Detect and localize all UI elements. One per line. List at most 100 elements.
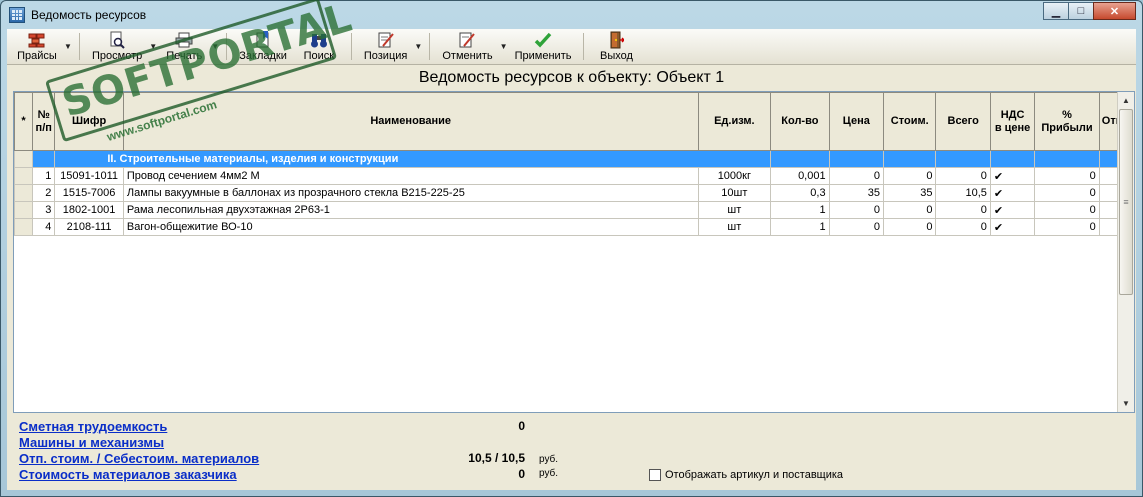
cell-code[interactable]: 1802-1001 bbox=[54, 201, 124, 219]
position-dropdown-arrow[interactable]: ▼ bbox=[413, 29, 423, 64]
header-cost[interactable]: Стоим. bbox=[883, 92, 937, 151]
scroll-down-arrow[interactable]: ▼ bbox=[1118, 395, 1134, 412]
customer-materials-value: 0 bbox=[518, 467, 525, 481]
cell-unit[interactable]: 1000кг bbox=[697, 167, 772, 185]
prices-button[interactable]: Прайсы bbox=[11, 29, 63, 64]
scroll-up-arrow[interactable]: ▲ bbox=[1118, 92, 1134, 109]
header-price[interactable]: Цена bbox=[828, 92, 885, 151]
cell-price[interactable]: 0 bbox=[828, 218, 885, 236]
header-unit[interactable]: Ед.изм. bbox=[697, 92, 772, 151]
cell-price[interactable]: 0 bbox=[828, 201, 885, 219]
customer-materials-link[interactable]: Стоимость материалов заказчика bbox=[19, 467, 237, 482]
cell-code[interactable]: 15091-1011 bbox=[54, 167, 124, 185]
row-indicator[interactable] bbox=[14, 184, 34, 202]
header-extra[interactable]: Отп bbox=[1098, 92, 1119, 151]
cell-profit[interactable]: 0 bbox=[1034, 218, 1100, 236]
cell-name[interactable]: Лампы вакуумные в баллонах из прозрачног… bbox=[122, 184, 699, 202]
cell-qty[interactable]: 1 bbox=[770, 218, 830, 236]
row-indicator[interactable] bbox=[14, 218, 34, 236]
close-button[interactable]: ✕ bbox=[1093, 2, 1136, 20]
cell-qty[interactable]: 1 bbox=[770, 201, 830, 219]
toolbar-separator bbox=[79, 33, 80, 60]
group-cell bbox=[1034, 150, 1100, 168]
cell-unit[interactable]: шт bbox=[697, 201, 772, 219]
row-indicator[interactable] bbox=[14, 201, 34, 219]
scroll-thumb[interactable]: ≡ bbox=[1119, 109, 1133, 295]
cell-unit[interactable]: 10шт bbox=[697, 184, 772, 202]
cell-vat[interactable]: ✔ bbox=[989, 218, 1036, 236]
cell-cost[interactable]: 0 bbox=[883, 201, 937, 219]
maximize-button[interactable]: □ bbox=[1068, 2, 1094, 20]
cell-name[interactable]: Провод сечением 4мм2 М bbox=[122, 167, 699, 185]
materials-cost-link[interactable]: Отп. стоим. / Себестоим. материалов bbox=[19, 451, 259, 466]
cell-qty[interactable]: 0,001 bbox=[770, 167, 830, 185]
cell-price[interactable]: 0 bbox=[828, 167, 885, 185]
position-button[interactable]: Позиция bbox=[358, 29, 414, 64]
toolbar-separator bbox=[226, 33, 228, 60]
bookmarks-button[interactable]: Закладки bbox=[233, 29, 293, 64]
header-row: * № п/п Шифр Наименование Ед.изм. Кол-во… bbox=[14, 92, 1119, 151]
resources-grid: * № п/п Шифр Наименование Ед.изм. Кол-во… bbox=[13, 91, 1135, 413]
print-button[interactable]: Печать bbox=[158, 29, 210, 64]
cell-profit[interactable]: 0 bbox=[1034, 184, 1100, 202]
minimize-button[interactable]: ▁ bbox=[1043, 2, 1069, 20]
cell-cost[interactable]: 35 bbox=[883, 184, 937, 202]
edit-document-icon bbox=[377, 31, 395, 49]
cell-profit[interactable]: 0 bbox=[1034, 167, 1100, 185]
header-profit[interactable]: % Прибыли bbox=[1034, 92, 1100, 151]
prices-dropdown-arrow[interactable]: ▼ bbox=[63, 29, 73, 64]
cell-unit[interactable]: шт bbox=[697, 218, 772, 236]
table-row[interactable]: 3 1802-1001 Рама лесопильная двухэтажная… bbox=[14, 201, 1119, 219]
cell-num: 2 bbox=[32, 184, 56, 202]
cell-profit[interactable]: 0 bbox=[1034, 201, 1100, 219]
exit-label: Выход bbox=[600, 50, 633, 62]
bricks-icon bbox=[28, 31, 46, 49]
header-code[interactable]: Шифр bbox=[54, 92, 124, 151]
header-qty[interactable]: Кол-во bbox=[770, 92, 830, 151]
cell-name[interactable]: Рама лесопильная двухэтажная 2Р63-1 bbox=[122, 201, 699, 219]
cell-price[interactable]: 35 bbox=[828, 184, 885, 202]
cell-vat[interactable]: ✔ bbox=[989, 167, 1036, 185]
checkmark-icon bbox=[534, 31, 552, 49]
apply-button[interactable]: Применить bbox=[509, 29, 578, 64]
header-num[interactable]: № п/п bbox=[32, 92, 56, 151]
cell-code[interactable]: 1515-7006 bbox=[54, 184, 124, 202]
labor-link[interactable]: Сметная трудоемкость bbox=[19, 419, 167, 434]
checkbox-box[interactable] bbox=[649, 469, 661, 481]
show-article-checkbox[interactable]: Отображать артикул и поставщика bbox=[649, 469, 843, 481]
cell-qty[interactable]: 0,3 bbox=[770, 184, 830, 202]
materials-cost-unit: руб. bbox=[539, 454, 559, 465]
show-article-label: Отображать артикул и поставщика bbox=[665, 469, 844, 481]
header-total[interactable]: Всего bbox=[935, 92, 991, 151]
header-name[interactable]: Наименование bbox=[122, 92, 699, 151]
cell-name[interactable]: Вагон-общежитие ВО-10 bbox=[122, 218, 699, 236]
cell-extra bbox=[1098, 218, 1119, 236]
row-indicator[interactable] bbox=[14, 150, 34, 168]
row-indicator[interactable] bbox=[14, 167, 34, 185]
table-row[interactable]: 1 15091-1011 Провод сечением 4мм2 М 1000… bbox=[14, 167, 1119, 185]
cell-cost[interactable]: 0 bbox=[883, 167, 937, 185]
undo-dropdown-arrow[interactable]: ▼ bbox=[499, 29, 509, 64]
search-button[interactable]: Поиск bbox=[293, 29, 345, 64]
preview-dropdown-arrow[interactable]: ▼ bbox=[148, 29, 158, 64]
cell-num: 3 bbox=[32, 201, 56, 219]
search-label: Поиск bbox=[303, 50, 335, 62]
table-row[interactable]: 2 1515-7006 Лампы вакуумные в баллонах и… bbox=[14, 184, 1119, 202]
cell-vat[interactable]: ✔ bbox=[989, 201, 1036, 219]
undo-button[interactable]: Отменить bbox=[436, 29, 498, 64]
cell-cost[interactable]: 0 bbox=[883, 218, 937, 236]
exit-button[interactable]: Выход bbox=[590, 29, 642, 64]
group-row[interactable]: II. Строительные материалы, изделия и ко… bbox=[14, 150, 1119, 168]
table-row[interactable]: 4 2108-111 Вагон-общежитие ВО-10 шт 1 0 … bbox=[14, 218, 1119, 236]
app-icon bbox=[9, 7, 25, 23]
vertical-scrollbar[interactable]: ▲ ≡ ▼ bbox=[1117, 92, 1134, 412]
preview-button[interactable]: Просмотр bbox=[86, 29, 148, 64]
machines-link[interactable]: Машины и механизмы bbox=[19, 435, 164, 450]
cell-code[interactable]: 2108-111 bbox=[54, 218, 124, 236]
print-dropdown-arrow[interactable]: ▼ bbox=[210, 29, 220, 64]
cell-vat[interactable]: ✔ bbox=[989, 184, 1036, 202]
header-vat[interactable]: НДС в цене bbox=[989, 92, 1036, 151]
header-marker[interactable]: * bbox=[14, 92, 34, 151]
group-label: II. Строительные материалы, изделия и ко… bbox=[54, 150, 772, 168]
printer-icon bbox=[175, 31, 193, 49]
